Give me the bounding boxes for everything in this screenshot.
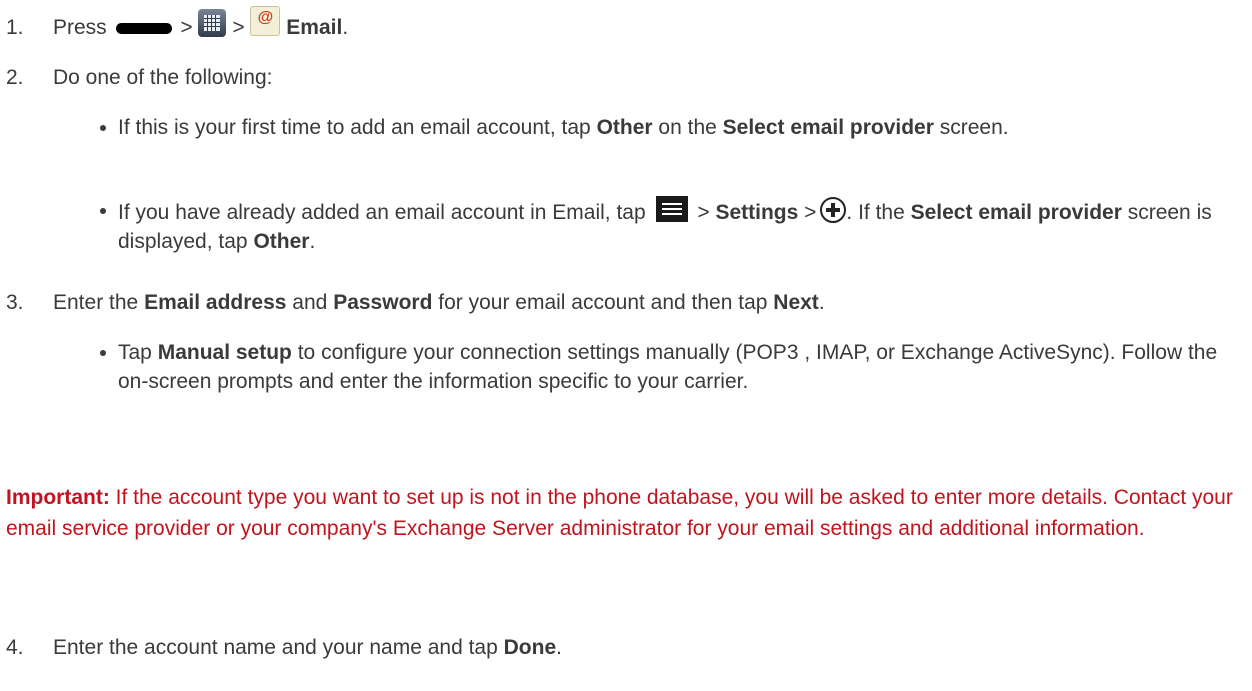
add-circle-icon (820, 197, 847, 223)
step-number: 1. (6, 16, 24, 39)
step-number: 3. (6, 291, 24, 314)
important-text: If the account type you want to set up i… (6, 486, 1233, 540)
menu-icon (655, 196, 688, 222)
step-number: 4. (6, 636, 24, 659)
bullet-text: Tap Manual setup to configure your conne… (118, 341, 1218, 393)
separator: > (180, 16, 193, 39)
step-text: Enter the Email address and Password for… (53, 291, 825, 314)
bullet-dot (100, 350, 106, 356)
bullet-dot (100, 208, 106, 214)
bullet-text: If this is your first time to add an ema… (118, 116, 1009, 139)
step-3: 3. Enter the Email address and Password f… (6, 288, 825, 317)
home-key-icon (115, 23, 172, 34)
apps-grid-icon (198, 9, 227, 37)
step-2: 2. Do one of the following: (6, 63, 272, 92)
step-text: Do one of the following: (53, 66, 273, 89)
step-text: Press (53, 16, 107, 39)
bullet-text: If you have already added an email accou… (118, 196, 1243, 256)
bullet-dot (100, 125, 106, 131)
step-1: 1. Press > > @ Email. (6, 6, 348, 42)
step-4: 4. Enter the account name and your name a… (6, 633, 562, 662)
step-text: Enter the account name and your name and… (53, 636, 562, 659)
important-note: Important: If the account type you want … (6, 482, 1246, 544)
email-label: Email (286, 16, 343, 39)
separator: > (232, 16, 245, 39)
important-label: Important: (6, 486, 110, 509)
step-number: 2. (6, 66, 24, 89)
email-app-icon: @ (250, 6, 281, 36)
